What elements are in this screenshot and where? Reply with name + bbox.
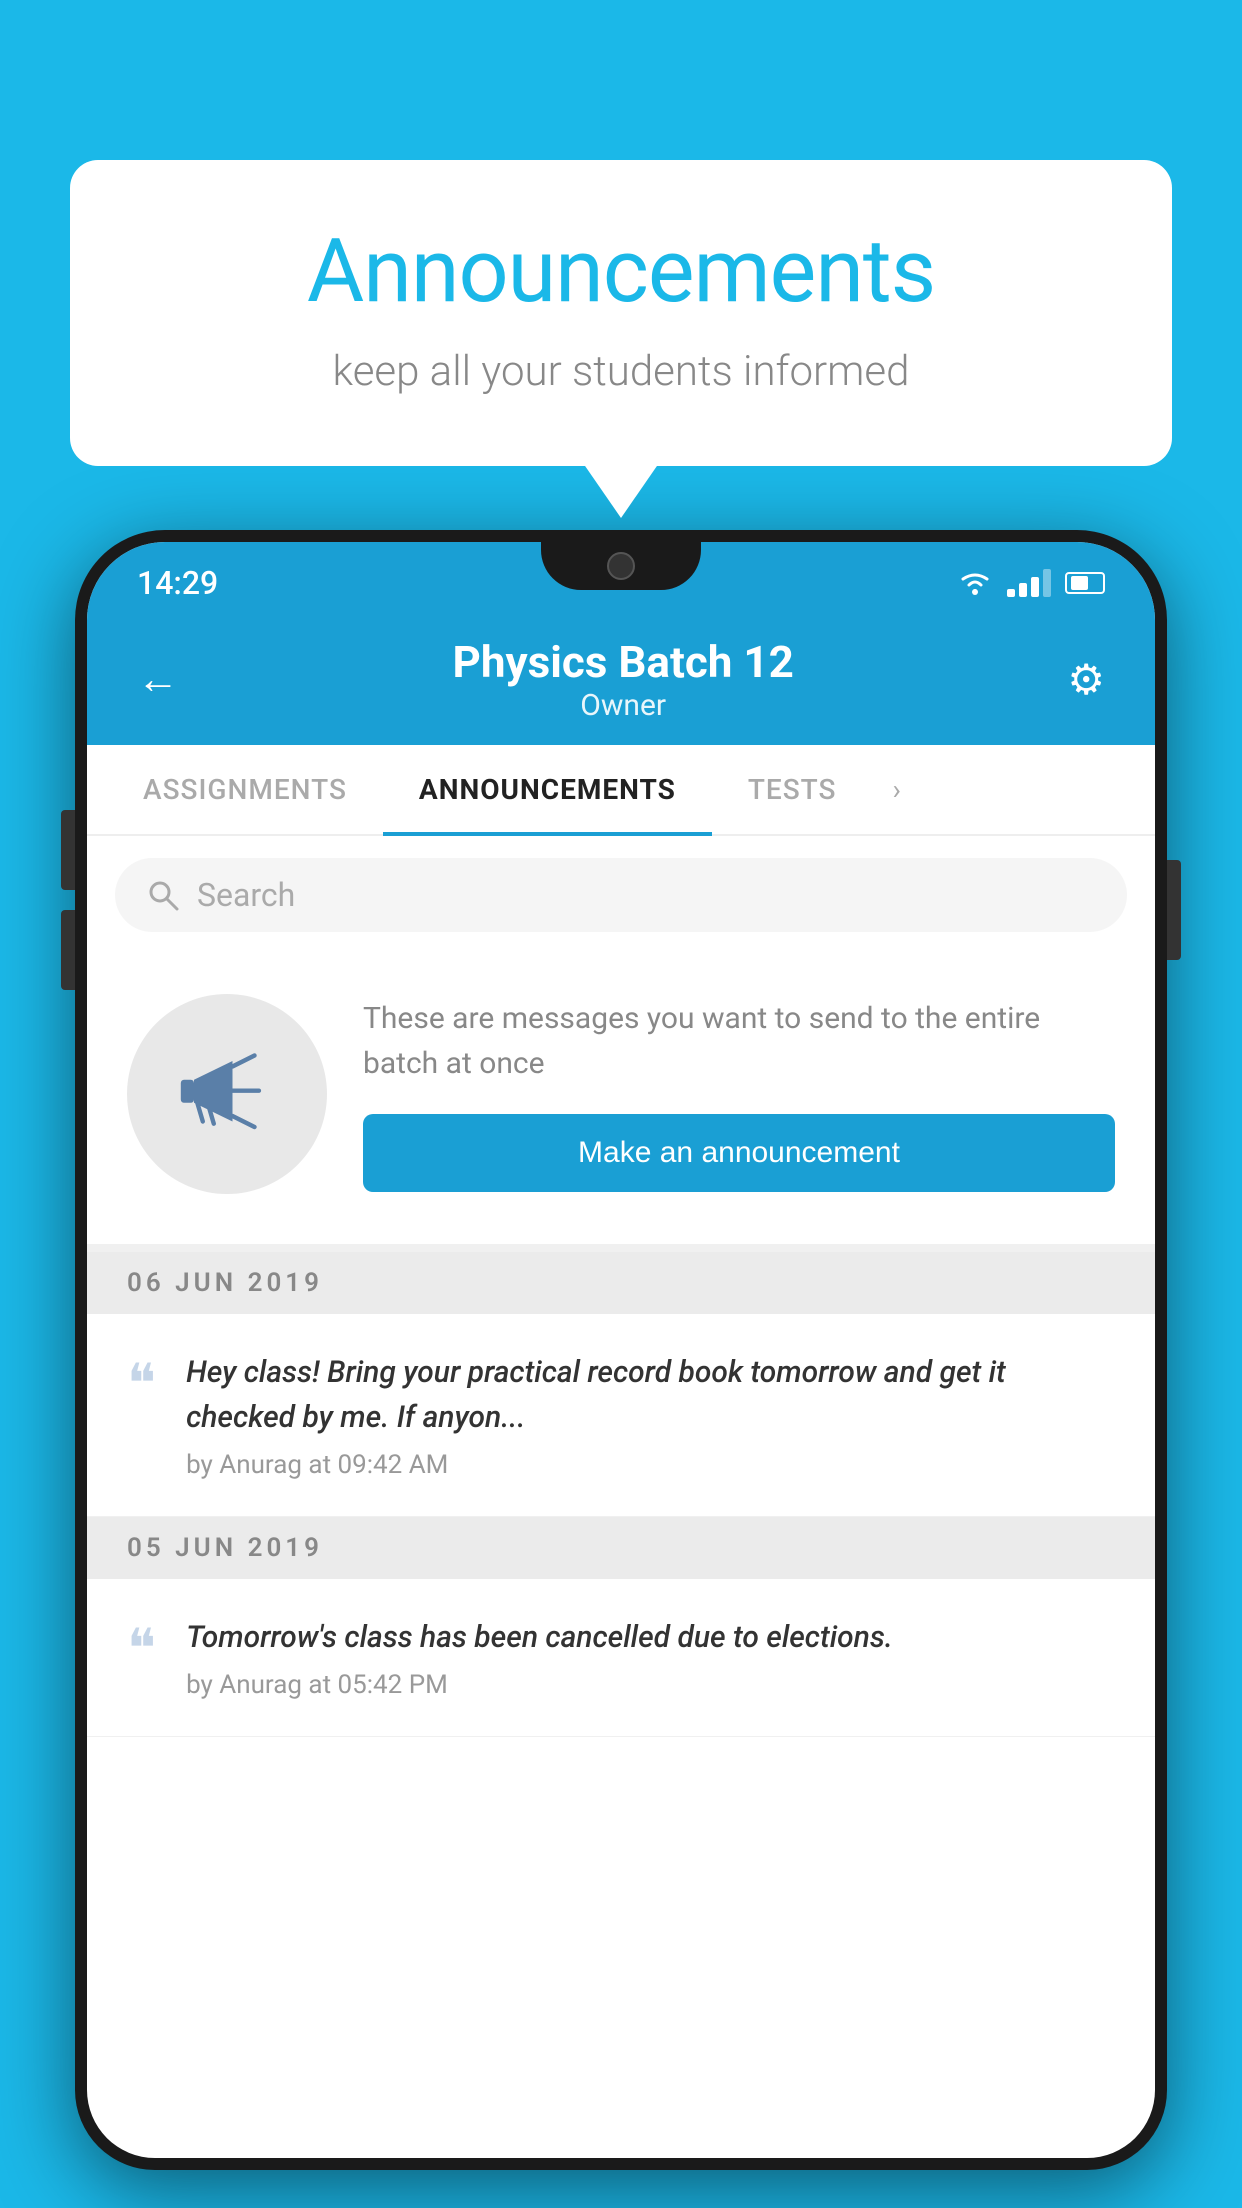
header-title: Physics Batch 12	[179, 636, 1067, 688]
date-separator-1: 05 JUN 2019	[87, 1517, 1155, 1579]
announcement-body-0: Hey class! Bring your practical record b…	[186, 1350, 1115, 1480]
app-header: ← Physics Batch 12 Owner ⚙	[87, 614, 1155, 745]
back-button[interactable]: ←	[137, 655, 179, 704]
announcement-item-0: ❝ Hey class! Bring your practical record…	[87, 1314, 1155, 1517]
phone-wrapper: 14:29	[75, 530, 1167, 2208]
signal-icon	[1007, 569, 1051, 597]
announcement-meta-0: by Anurag at 09:42 AM	[186, 1450, 1115, 1480]
phone-outer: 14:29	[75, 530, 1167, 2170]
announcement-text-1: Tomorrow's class has been cancelled due …	[186, 1615, 1115, 1660]
announcement-body-1: Tomorrow's class has been cancelled due …	[186, 1615, 1115, 1700]
status-time: 14:29	[137, 564, 218, 602]
search-container: Search	[87, 836, 1155, 954]
promo-description: These are messages you want to send to t…	[363, 996, 1115, 1086]
search-placeholder: Search	[197, 876, 295, 914]
megaphone-icon	[172, 1039, 282, 1149]
tab-announcements[interactable]: ANNOUNCEMENTS	[383, 745, 712, 834]
header-center: Physics Batch 12 Owner	[179, 636, 1067, 723]
search-icon	[145, 877, 181, 913]
header-subtitle: Owner	[179, 688, 1067, 723]
speech-bubble-container: Announcements keep all your students inf…	[70, 160, 1172, 466]
announcement-meta-1: by Anurag at 05:42 PM	[186, 1670, 1115, 1700]
speech-bubble: Announcements keep all your students inf…	[70, 160, 1172, 466]
megaphone-circle	[127, 994, 327, 1194]
bubble-subtitle: keep all your students informed	[150, 347, 1092, 396]
volume-up-button	[61, 810, 75, 890]
quote-icon-1: ❝	[127, 1623, 156, 1677]
settings-button[interactable]: ⚙	[1067, 655, 1105, 705]
power-button	[1167, 860, 1181, 960]
battery-icon	[1065, 572, 1105, 594]
wifi-icon	[957, 569, 993, 597]
tabs-container: ASSIGNMENTS ANNOUNCEMENTS TESTS ›	[87, 745, 1155, 836]
tab-assignments[interactable]: ASSIGNMENTS	[107, 745, 383, 834]
notch	[541, 542, 701, 590]
quote-icon-0: ❝	[127, 1358, 156, 1412]
search-bar[interactable]: Search	[115, 858, 1127, 932]
make-announcement-button[interactable]: Make an announcement	[363, 1114, 1115, 1192]
date-separator-0: 06 JUN 2019	[87, 1252, 1155, 1314]
front-camera	[607, 552, 635, 580]
status-icons	[957, 569, 1105, 597]
tab-tests[interactable]: TESTS	[712, 745, 873, 834]
tab-more[interactable]: ›	[872, 745, 920, 834]
promo-right: These are messages you want to send to t…	[363, 996, 1115, 1192]
phone-screen: 14:29	[87, 542, 1155, 2158]
announcement-item-1: ❝ Tomorrow's class has been cancelled du…	[87, 1579, 1155, 1737]
bubble-title: Announcements	[150, 220, 1092, 323]
announcement-text-0: Hey class! Bring your practical record b…	[186, 1350, 1115, 1440]
volume-down-button	[61, 910, 75, 990]
announcement-promo: These are messages you want to send to t…	[87, 954, 1155, 1252]
